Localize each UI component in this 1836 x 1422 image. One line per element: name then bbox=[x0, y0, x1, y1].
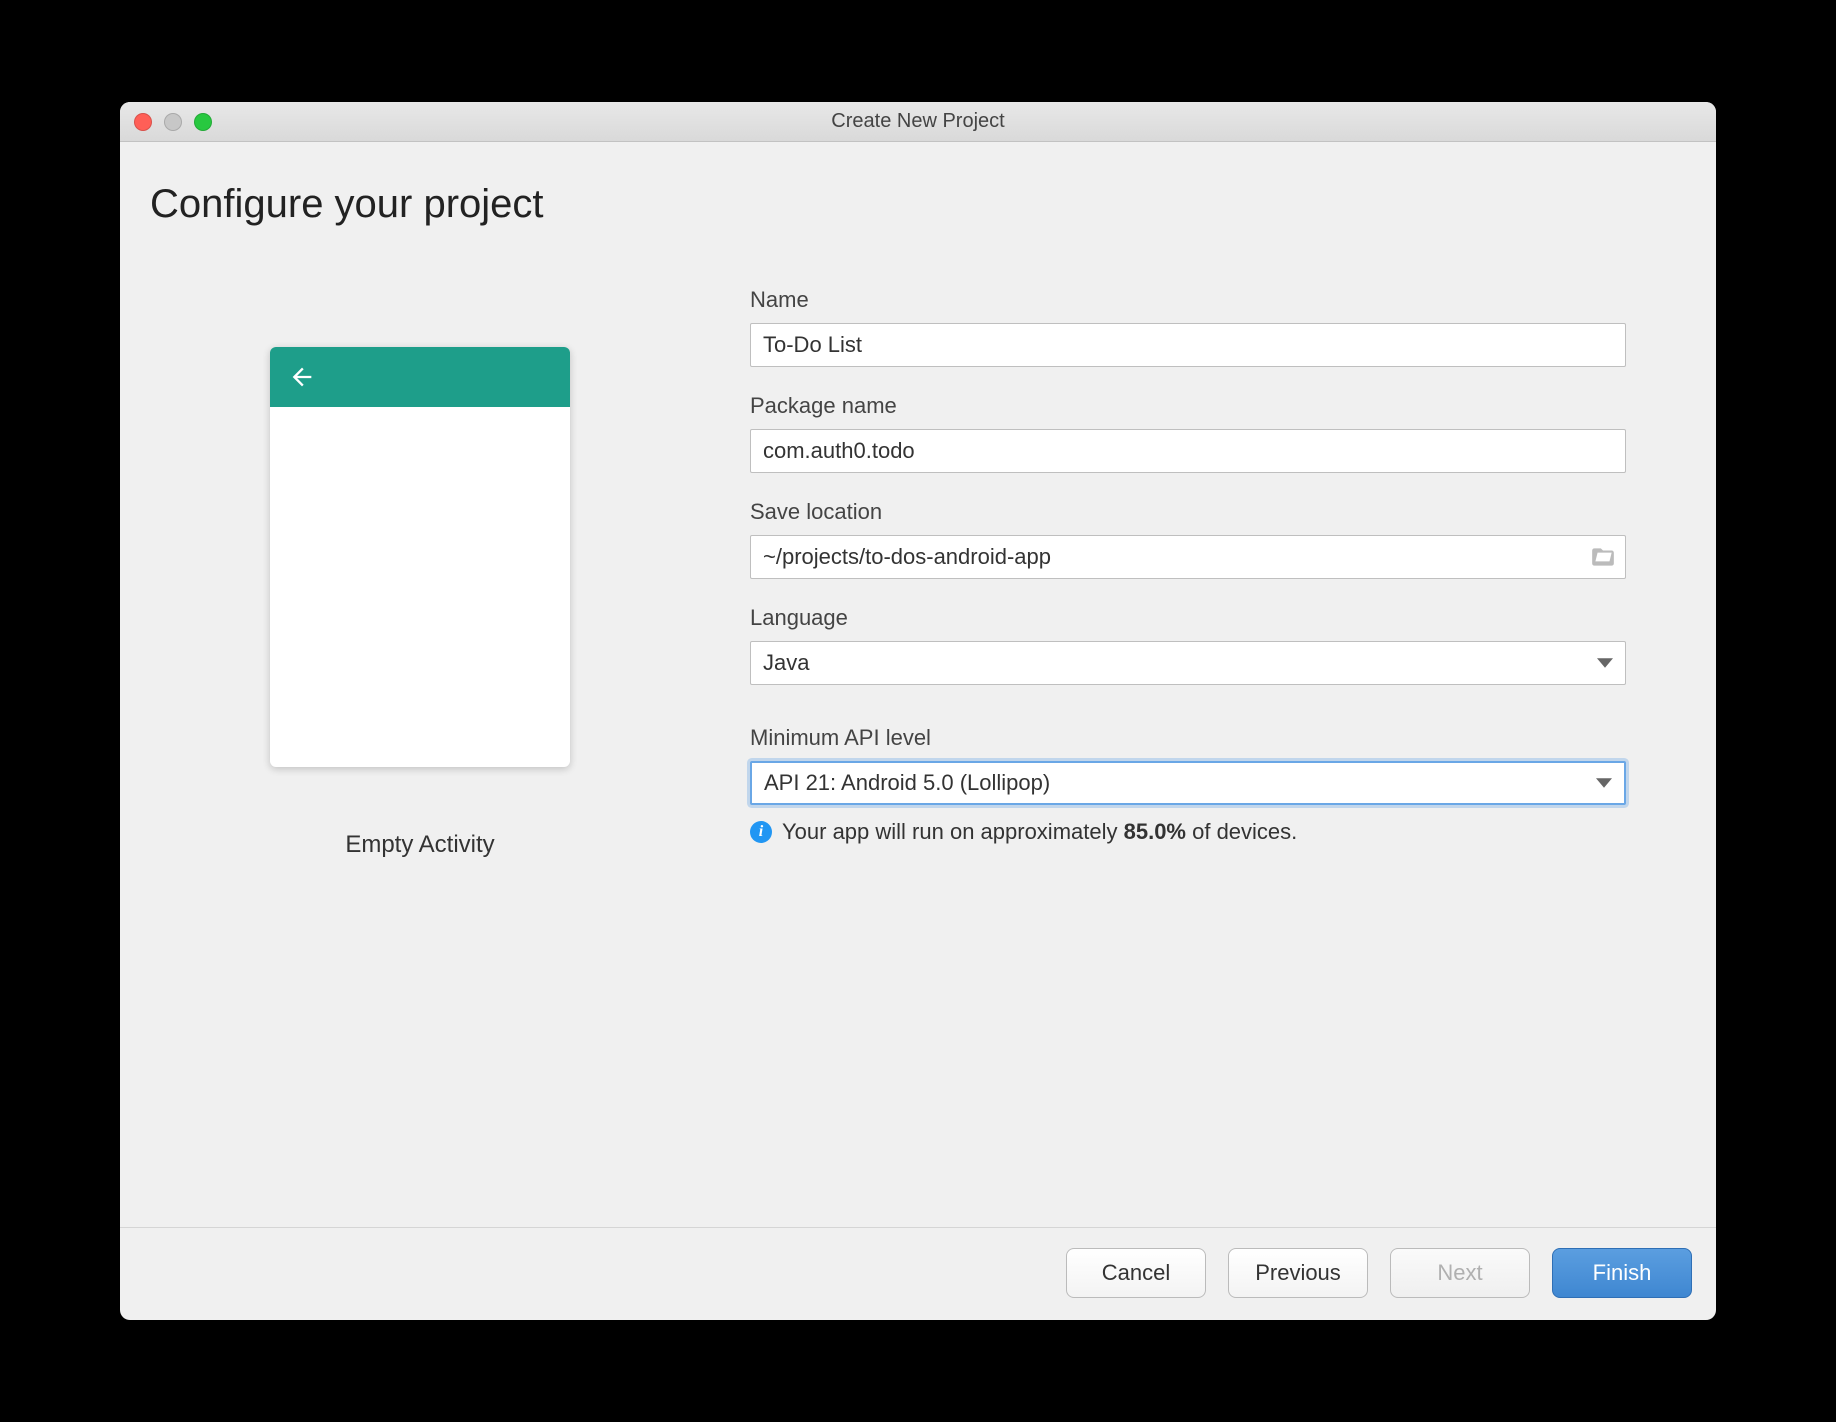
next-button: Next bbox=[1390, 1248, 1530, 1298]
select-language-value: Java bbox=[763, 650, 809, 676]
phone-mockup bbox=[270, 347, 570, 767]
footer-buttons: Cancel Previous Next Finish bbox=[1066, 1248, 1692, 1298]
label-api: Minimum API level bbox=[750, 725, 1626, 751]
field-language: Language Java bbox=[750, 605, 1626, 685]
info-icon: i bbox=[750, 821, 772, 843]
input-package[interactable]: com.auth0.todo bbox=[750, 429, 1626, 473]
folder-open-icon[interactable] bbox=[1590, 544, 1616, 570]
api-info-text: Your app will run on approximately 85.0%… bbox=[782, 819, 1297, 845]
label-location: Save location bbox=[750, 499, 1626, 525]
select-language[interactable]: Java bbox=[750, 641, 1626, 685]
dialog-window: Create New Project Configure your projec… bbox=[120, 102, 1716, 1320]
chevron-down-icon bbox=[1596, 775, 1612, 791]
window-title: Create New Project bbox=[120, 110, 1716, 133]
template-preview: Empty Activity bbox=[150, 277, 690, 871]
finish-button[interactable]: Finish bbox=[1552, 1248, 1692, 1298]
cancel-button[interactable]: Cancel bbox=[1066, 1248, 1206, 1298]
label-language: Language bbox=[750, 605, 1626, 631]
footer-divider bbox=[120, 1227, 1716, 1228]
chevron-down-icon bbox=[1597, 655, 1613, 671]
api-info: i Your app will run on approximately 85.… bbox=[750, 819, 1626, 845]
input-location[interactable]: ~/projects/to-dos-android-app bbox=[750, 535, 1626, 579]
field-api: Minimum API level API 21: Android 5.0 (L… bbox=[750, 725, 1626, 845]
phone-appbar bbox=[270, 347, 570, 407]
previous-button[interactable]: Previous bbox=[1228, 1248, 1368, 1298]
label-name: Name bbox=[750, 287, 1626, 313]
main-row: Empty Activity Name To-Do List Package n… bbox=[150, 277, 1686, 871]
select-api-level[interactable]: API 21: Android 5.0 (Lollipop) bbox=[750, 761, 1626, 805]
form: Name To-Do List Package name com.auth0.t… bbox=[750, 277, 1686, 871]
content-area: Configure your project Empty Activity Na… bbox=[120, 142, 1716, 1320]
input-name[interactable]: To-Do List bbox=[750, 323, 1626, 367]
template-caption: Empty Activity bbox=[345, 831, 494, 859]
field-package: Package name com.auth0.todo bbox=[750, 393, 1626, 473]
field-location: Save location ~/projects/to-dos-android-… bbox=[750, 499, 1626, 579]
back-arrow-icon bbox=[288, 363, 316, 391]
page-title: Configure your project bbox=[150, 182, 1686, 227]
field-name: Name To-Do List bbox=[750, 287, 1626, 367]
select-api-value: API 21: Android 5.0 (Lollipop) bbox=[764, 770, 1050, 796]
label-package: Package name bbox=[750, 393, 1626, 419]
titlebar: Create New Project bbox=[120, 102, 1716, 142]
